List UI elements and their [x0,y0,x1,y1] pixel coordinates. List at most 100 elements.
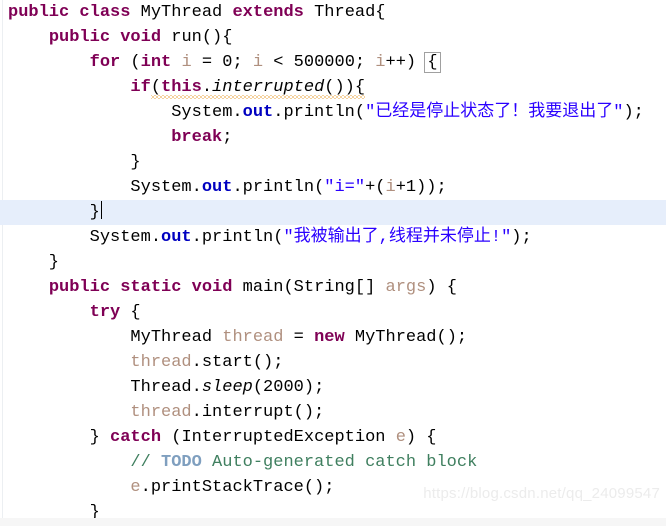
code-token: } [8,253,60,272]
code-token: . [201,78,213,97]
code-token: thread [222,328,284,347]
code-token: } [8,153,141,172]
code-token: = 0; [191,53,253,72]
code-token: if [130,78,151,97]
code-line[interactable]: if(this.interrupted()){ [0,75,666,100]
code-token: this [161,78,202,97]
code-token: ) { [405,428,437,447]
code-line[interactable]: // TODO Auto-generated catch block [0,450,666,475]
code-token: break [171,128,223,147]
code-line[interactable]: public static void main(String[] args) { [0,275,666,300]
warning-squiggle: (this.interrupted()){ [150,75,366,100]
code-token: .println( [191,228,284,247]
code-token: .println( [232,178,325,197]
code-token: Thread. [8,378,202,397]
code-token: } [8,203,100,222]
code-token: public [48,278,111,297]
code-token: public [48,28,111,47]
bracket-match-box: { [424,52,441,73]
code-line[interactable]: } [0,250,666,275]
code-token: void [120,28,162,47]
code-token: Thread{ [303,3,386,22]
code-line[interactable]: try { [0,300,666,325]
code-line[interactable]: } [0,150,666,175]
code-token: e [395,428,406,447]
code-token: "我被输出了,线程并未停止!" [283,228,512,247]
code-token: run(){ [161,28,233,47]
code-token: ( [150,78,162,97]
code-token: static [120,278,182,297]
code-token: System. [8,178,202,197]
code-token: (2000); [252,378,325,397]
code-token: "i=" [324,178,366,197]
code-token: TODO [161,453,202,472]
code-token: MyThread [130,3,233,22]
code-token: ( [120,53,141,72]
code-token: ) { [426,278,457,297]
code-token: ++) [385,53,427,72]
code-token: for [89,53,121,72]
code-token: public [8,3,70,22]
code-token: } [8,428,111,447]
code-token: i [181,53,192,72]
code-token: out [242,103,274,122]
code-line[interactable]: thread.start(); [0,350,666,375]
code-line[interactable]: for (int i = 0; i < 500000; i++) { [0,50,666,75]
code-token: sleep [201,378,253,397]
code-token: MyThread [8,328,223,347]
code-token: extends [232,3,304,22]
code-token: thread [130,403,192,422]
code-text-area[interactable]: public class MyThread extends Thread{ pu… [0,0,666,526]
code-token: System. [8,228,162,247]
code-line[interactable]: public void run(){ [0,25,666,50]
code-line[interactable]: System.out.println("我被输出了,线程并未停止!"); [0,225,666,250]
code-line[interactable]: public class MyThread extends Thread{ [0,0,666,25]
code-line[interactable]: thread.interrupt(); [0,400,666,425]
code-token: class [79,3,131,22]
code-token: ()){ [324,78,366,97]
code-token: out [161,228,192,247]
code-token: +( [365,178,386,197]
code-line[interactable]: System.out.println("已经是停止状态了！我要退出了"); [0,100,666,125]
code-line[interactable]: break; [0,125,666,150]
code-token: "已经是停止状态了！我要退出了" [365,103,624,122]
code-token: args [385,278,427,297]
code-token: interrupted [212,78,325,97]
code-token: thread [130,353,192,372]
watermark: https://blog.csdn.net/qq_24099547 [423,485,660,502]
code-token: e [130,478,141,497]
code-line[interactable]: System.out.println("i="+(i+1)); [0,175,666,200]
code-token: .interrupt(); [191,403,325,422]
code-token: i [375,53,386,72]
code-token: ); [511,228,532,247]
code-token: MyThread(); [344,328,468,347]
code-token: .start(); [191,353,284,372]
code-line[interactable]: Thread.sleep(2000); [0,375,666,400]
code-token: new [314,328,345,347]
code-line[interactable]: MyThread thread = new MyThread(); [0,325,666,350]
code-token: // [130,453,162,472]
code-token: main(String[] [232,278,386,297]
code-token: System. [8,103,243,122]
code-line[interactable]: } [0,200,666,225]
code-token: i [252,53,264,72]
code-token: Auto-generated catch block [201,453,478,472]
code-token: ; [222,128,233,147]
code-line[interactable]: } catch (InterruptedException e) { [0,425,666,450]
code-token: .printStackTrace(); [140,478,335,497]
text-caret [100,201,102,219]
code-token: +1)); [395,178,447,197]
code-editor[interactable]: public class MyThread extends Thread{ pu… [0,0,666,526]
